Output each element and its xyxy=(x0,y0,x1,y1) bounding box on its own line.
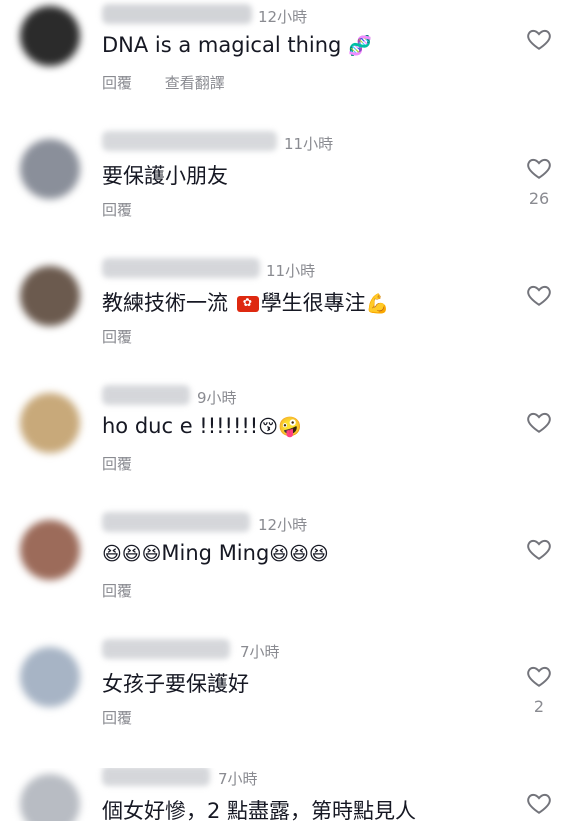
grinning-squinting-face-emoji: 😆😆😆 xyxy=(102,543,162,565)
comment-text: DNA is a magical thing 🧬 xyxy=(102,33,372,57)
avatar[interactable] xyxy=(20,266,80,326)
like-heart-icon[interactable] xyxy=(525,663,553,689)
comment-item: 12小時 😆😆😆Ming Ming😆😆😆 回覆 xyxy=(0,512,569,641)
comment-text: 😆😆😆Ming Ming😆😆😆 xyxy=(102,541,329,565)
comment-time: 11小時 xyxy=(266,262,316,280)
comment-text-body: ho duc e !!!!!!! xyxy=(102,414,259,438)
comment-text: 教練技術一流 學生很專注💪 xyxy=(102,287,389,317)
comment-time: 7小時 xyxy=(240,643,280,661)
avatar[interactable] xyxy=(20,520,80,580)
like-heart-icon[interactable] xyxy=(525,26,553,52)
avatar[interactable] xyxy=(20,139,80,199)
comment-time: 7小時 xyxy=(218,770,258,788)
comment-time: 12小時 xyxy=(258,516,308,534)
avatar[interactable] xyxy=(20,774,80,821)
comment-text: 要保護小朋友 xyxy=(102,164,228,188)
comment-text-body: Ming Ming xyxy=(161,541,270,565)
comment-text: 個女好慘，2 點盡露，第時點見人 xyxy=(102,799,417,821)
reply-button[interactable]: 回覆 xyxy=(102,455,132,473)
username-blurred[interactable] xyxy=(102,131,277,151)
comment-item: 11小時 要保護小朋友 回覆 26 xyxy=(0,131,569,260)
reply-button[interactable]: 回覆 xyxy=(102,582,132,600)
avatar[interactable] xyxy=(20,6,80,66)
comment-actions: 回覆 xyxy=(102,707,160,728)
reply-button[interactable]: 回覆 xyxy=(102,201,132,219)
comment-item: 12小時 DNA is a magical thing 🧬 回覆 查看翻譯 xyxy=(0,4,569,133)
comment-text-body: 教練技術一流 xyxy=(102,291,235,315)
comment-text-body: DNA is a magical thing xyxy=(102,33,342,57)
dna-emoji: 🧬 xyxy=(348,35,372,57)
avatar[interactable] xyxy=(20,393,80,453)
comment-actions: 回覆 xyxy=(102,453,160,474)
hong-kong-flag-icon xyxy=(236,296,259,312)
reply-button[interactable]: 回覆 xyxy=(102,709,132,727)
comment-text-body: 學生很專注 xyxy=(260,291,366,315)
comment-time: 11小時 xyxy=(284,135,334,153)
like-heart-icon[interactable] xyxy=(525,790,553,816)
comment-item: 11小時 教練技術一流 學生很專注💪 回覆 xyxy=(0,258,569,387)
like-heart-icon[interactable] xyxy=(525,155,553,181)
flexed-biceps-emoji: 💪 xyxy=(365,293,390,315)
username-blurred[interactable] xyxy=(102,639,230,659)
avatar[interactable] xyxy=(20,647,80,707)
comment-actions: 回覆 xyxy=(102,199,160,220)
comment-time: 9小時 xyxy=(197,389,237,407)
reply-button[interactable]: 回覆 xyxy=(102,328,132,346)
comment-item: 9小時 ho duc e !!!!!!!😚🤪 回覆 xyxy=(0,385,569,514)
reply-button[interactable]: 回覆 xyxy=(102,74,132,92)
username-blurred[interactable] xyxy=(102,4,252,24)
username-blurred[interactable] xyxy=(102,768,210,786)
like-heart-icon[interactable] xyxy=(525,282,553,308)
grinning-squinting-face-emoji: 😆😆😆 xyxy=(269,543,329,565)
comment-text: ho duc e !!!!!!!😚🤪 xyxy=(102,414,302,438)
like-count: 2 xyxy=(533,697,545,716)
comment-time: 12小時 xyxy=(258,8,308,26)
comment-actions: 回覆 xyxy=(102,326,160,347)
like-heart-icon[interactable] xyxy=(525,409,553,435)
like-count: 26 xyxy=(528,189,550,208)
username-blurred[interactable] xyxy=(102,258,260,278)
comment-item: 7小時 女孩子要保護好 回覆 2 xyxy=(0,639,569,768)
comment-item: 7小時 個女好慘，2 點盡露，第時點見人 xyxy=(0,768,569,821)
comment-actions: 回覆 xyxy=(102,580,160,601)
kissing-and-zany-face-emoji: 😚🤪 xyxy=(258,416,302,438)
translate-button[interactable]: 查看翻譯 xyxy=(165,74,225,92)
like-heart-icon[interactable] xyxy=(525,536,553,562)
username-blurred[interactable] xyxy=(102,512,250,532)
comment-text: 女孩子要保護好 xyxy=(102,672,249,696)
comment-actions: 回覆 查看翻譯 xyxy=(102,72,253,93)
username-blurred[interactable] xyxy=(102,385,190,405)
